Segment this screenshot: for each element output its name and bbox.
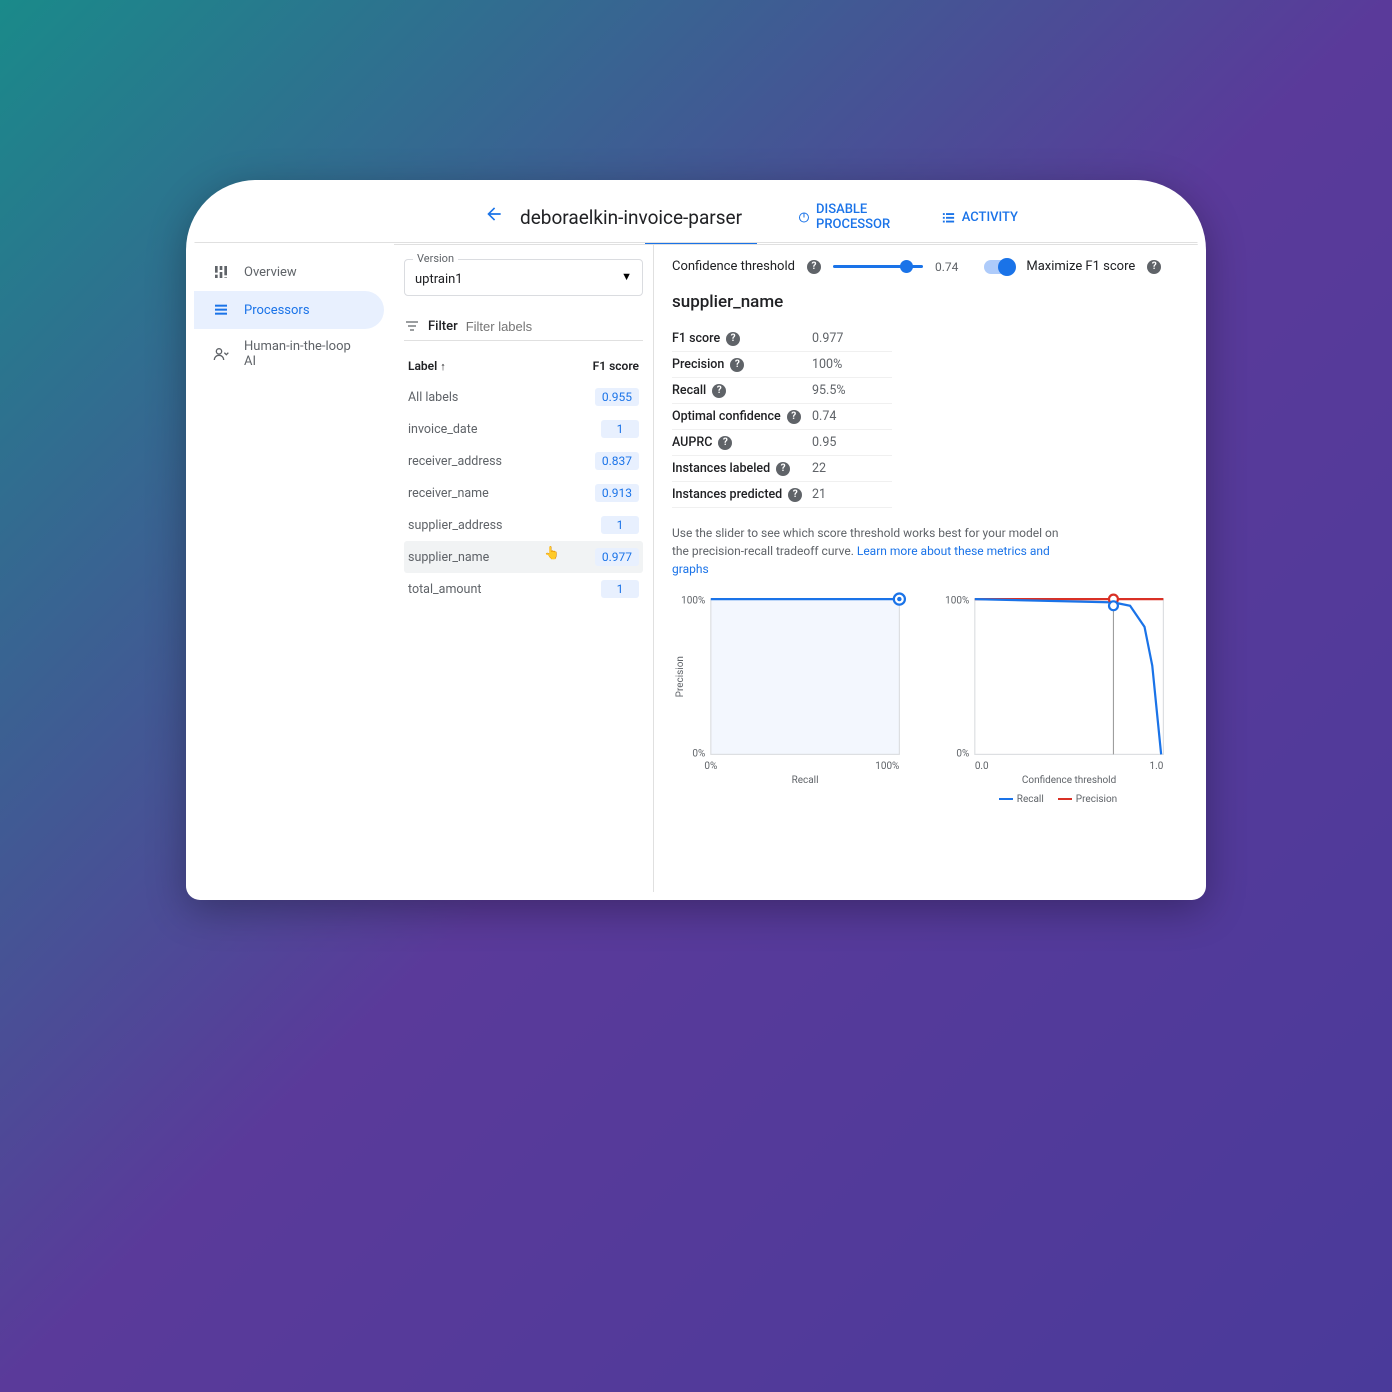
sidebar: Overview Processors Human-in-the-loop AI	[194, 243, 394, 892]
metric-row: F1 score?0.977	[672, 326, 892, 352]
threshold-slider[interactable]	[833, 265, 923, 268]
metric-row: Instances labeled?22	[672, 456, 892, 482]
help-icon[interactable]: ?	[730, 358, 744, 372]
activity-button[interactable]: ACTIVITY	[941, 202, 1018, 232]
sidebar-label: Human-in-the-loop AI	[244, 339, 366, 369]
list-icon	[941, 210, 956, 225]
version-value: uptrain1	[415, 272, 463, 287]
human-icon	[212, 345, 230, 363]
maximize-toggle[interactable]	[984, 260, 1014, 274]
label-row[interactable]: receiver_name0.913	[404, 477, 643, 509]
label-row[interactable]: supplier_address1	[404, 509, 643, 541]
svg-text:Precision: Precision	[675, 656, 686, 697]
sidebar-item-processors[interactable]: Processors	[194, 291, 384, 329]
header-actions: DISABLE PROCESSOR ACTIVITY	[798, 202, 1018, 232]
label-row[interactable]: receiver_address0.837	[404, 445, 643, 477]
label-row-selected[interactable]: supplier_name👆0.977	[404, 541, 643, 573]
help-icon[interactable]: ?	[788, 488, 802, 502]
tab-train[interactable]: TRAIN	[573, 243, 617, 244]
description-text: Use the slider to see which score thresh…	[672, 524, 1072, 578]
tab-hitl[interactable]: HUMAN-IN-THE-LOOP	[936, 243, 1070, 244]
help-icon[interactable]: ?	[807, 260, 821, 274]
metric-row: Precision?100%	[672, 352, 892, 378]
help-icon[interactable]: ?	[787, 410, 801, 424]
threshold-value: 0.74	[935, 260, 958, 274]
tab-manage-versions[interactable]: MANAGE VERSIONS	[785, 243, 907, 244]
svg-text:100%: 100%	[945, 596, 969, 607]
svg-text:1.0: 1.0	[1150, 761, 1164, 772]
header-bar: deboraelkin-invoice-parser DISABLE PROCE…	[194, 188, 1198, 243]
body: Overview Processors Human-in-the-loop AI…	[194, 243, 1198, 892]
cursor-icon: 👆	[544, 546, 560, 561]
svg-text:0%: 0%	[956, 749, 969, 760]
version-field-label: Version	[413, 252, 458, 265]
tab-evaluate-test[interactable]: EVALUATE & TEST	[645, 243, 757, 244]
filter-input[interactable]	[466, 319, 643, 334]
svg-text:0%: 0%	[704, 761, 717, 772]
chart-legend: Recall Precision	[936, 794, 1180, 805]
processors-icon	[212, 301, 230, 319]
confidence-threshold-chart: 100% 0% 0.0 1.0 Confidence threshold Rec…	[936, 588, 1180, 805]
back-arrow-icon[interactable]	[484, 204, 504, 230]
score-col-header[interactable]: F1 score	[593, 359, 639, 373]
threshold-label: Confidence threshold	[672, 259, 795, 274]
svg-text:100%: 100%	[681, 596, 705, 607]
disable-processor-button[interactable]: DISABLE PROCESSOR	[798, 202, 919, 232]
metric-row: AUPRC?0.95	[672, 430, 892, 456]
help-icon[interactable]: ?	[726, 332, 740, 346]
label-table-header: Label↑ F1 score	[404, 351, 643, 381]
main-content: PROCESSOR DETAILS TRAIN EVALUATE & TEST …	[394, 243, 1198, 892]
filter-row: Filter	[404, 312, 643, 341]
help-icon[interactable]: ?	[712, 384, 726, 398]
sidebar-item-overview[interactable]: Overview	[194, 253, 384, 291]
maximize-label: Maximize F1 score	[1026, 259, 1135, 274]
detail-panel: Confidence threshold ? 0.74 Maximize F1 …	[654, 245, 1198, 892]
page-title: deboraelkin-invoice-parser	[520, 206, 742, 229]
svg-text:Recall: Recall	[792, 775, 819, 786]
sort-asc-icon: ↑	[440, 360, 446, 373]
activity-label: ACTIVITY	[962, 210, 1018, 225]
toggle-thumb	[998, 258, 1016, 276]
slider-thumb[interactable]	[900, 260, 913, 273]
power-icon	[798, 210, 810, 225]
metric-row: Recall?95.5%	[672, 378, 892, 404]
charts-row: 100% 0% 0% 100% Recall Precision	[672, 588, 1180, 805]
version-select[interactable]: Version uptrain1 ▼	[404, 259, 643, 296]
labels-panel: Version uptrain1 ▼ Filter Label↑ F1 scor…	[394, 245, 654, 892]
metric-row: Optimal confidence?0.74	[672, 404, 892, 430]
label-row[interactable]: total_amount1	[404, 573, 643, 605]
sidebar-label: Overview	[244, 265, 297, 280]
filter-label: Filter	[428, 319, 458, 334]
detail-title: supplier_name	[672, 292, 1180, 312]
sidebar-item-hitl[interactable]: Human-in-the-loop AI	[194, 329, 384, 379]
threshold-controls: Confidence threshold ? 0.74 Maximize F1 …	[672, 259, 1180, 274]
svg-text:0%: 0%	[692, 749, 705, 760]
sidebar-label: Processors	[244, 303, 310, 318]
svg-text:0.0: 0.0	[975, 761, 989, 772]
help-icon[interactable]: ?	[776, 462, 790, 476]
svg-text:Confidence threshold: Confidence threshold	[1022, 775, 1116, 786]
app-window: deboraelkin-invoice-parser DISABLE PROCE…	[186, 180, 1206, 900]
help-icon[interactable]: ?	[1147, 260, 1161, 274]
svg-text:100%: 100%	[875, 761, 899, 772]
metrics-table: F1 score?0.977 Precision?100% Recall?95.…	[672, 326, 892, 508]
chevron-down-icon: ▼	[621, 270, 632, 283]
label-col-header[interactable]: Label↑	[408, 359, 446, 373]
filter-icon	[404, 318, 420, 334]
dashboard-icon	[212, 263, 230, 281]
label-row-all[interactable]: All labels0.955	[404, 381, 643, 413]
metric-row: Instances predicted?21	[672, 482, 892, 508]
precision-recall-chart: 100% 0% 0% 100% Recall Precision	[672, 588, 916, 805]
label-row[interactable]: invoice_date1	[404, 413, 643, 445]
tab-processor-details[interactable]: PROCESSOR DETAILS	[414, 243, 545, 244]
content-area: Version uptrain1 ▼ Filter Label↑ F1 scor…	[394, 245, 1198, 892]
disable-label: DISABLE PROCESSOR	[816, 202, 919, 232]
help-icon[interactable]: ?	[718, 436, 732, 450]
